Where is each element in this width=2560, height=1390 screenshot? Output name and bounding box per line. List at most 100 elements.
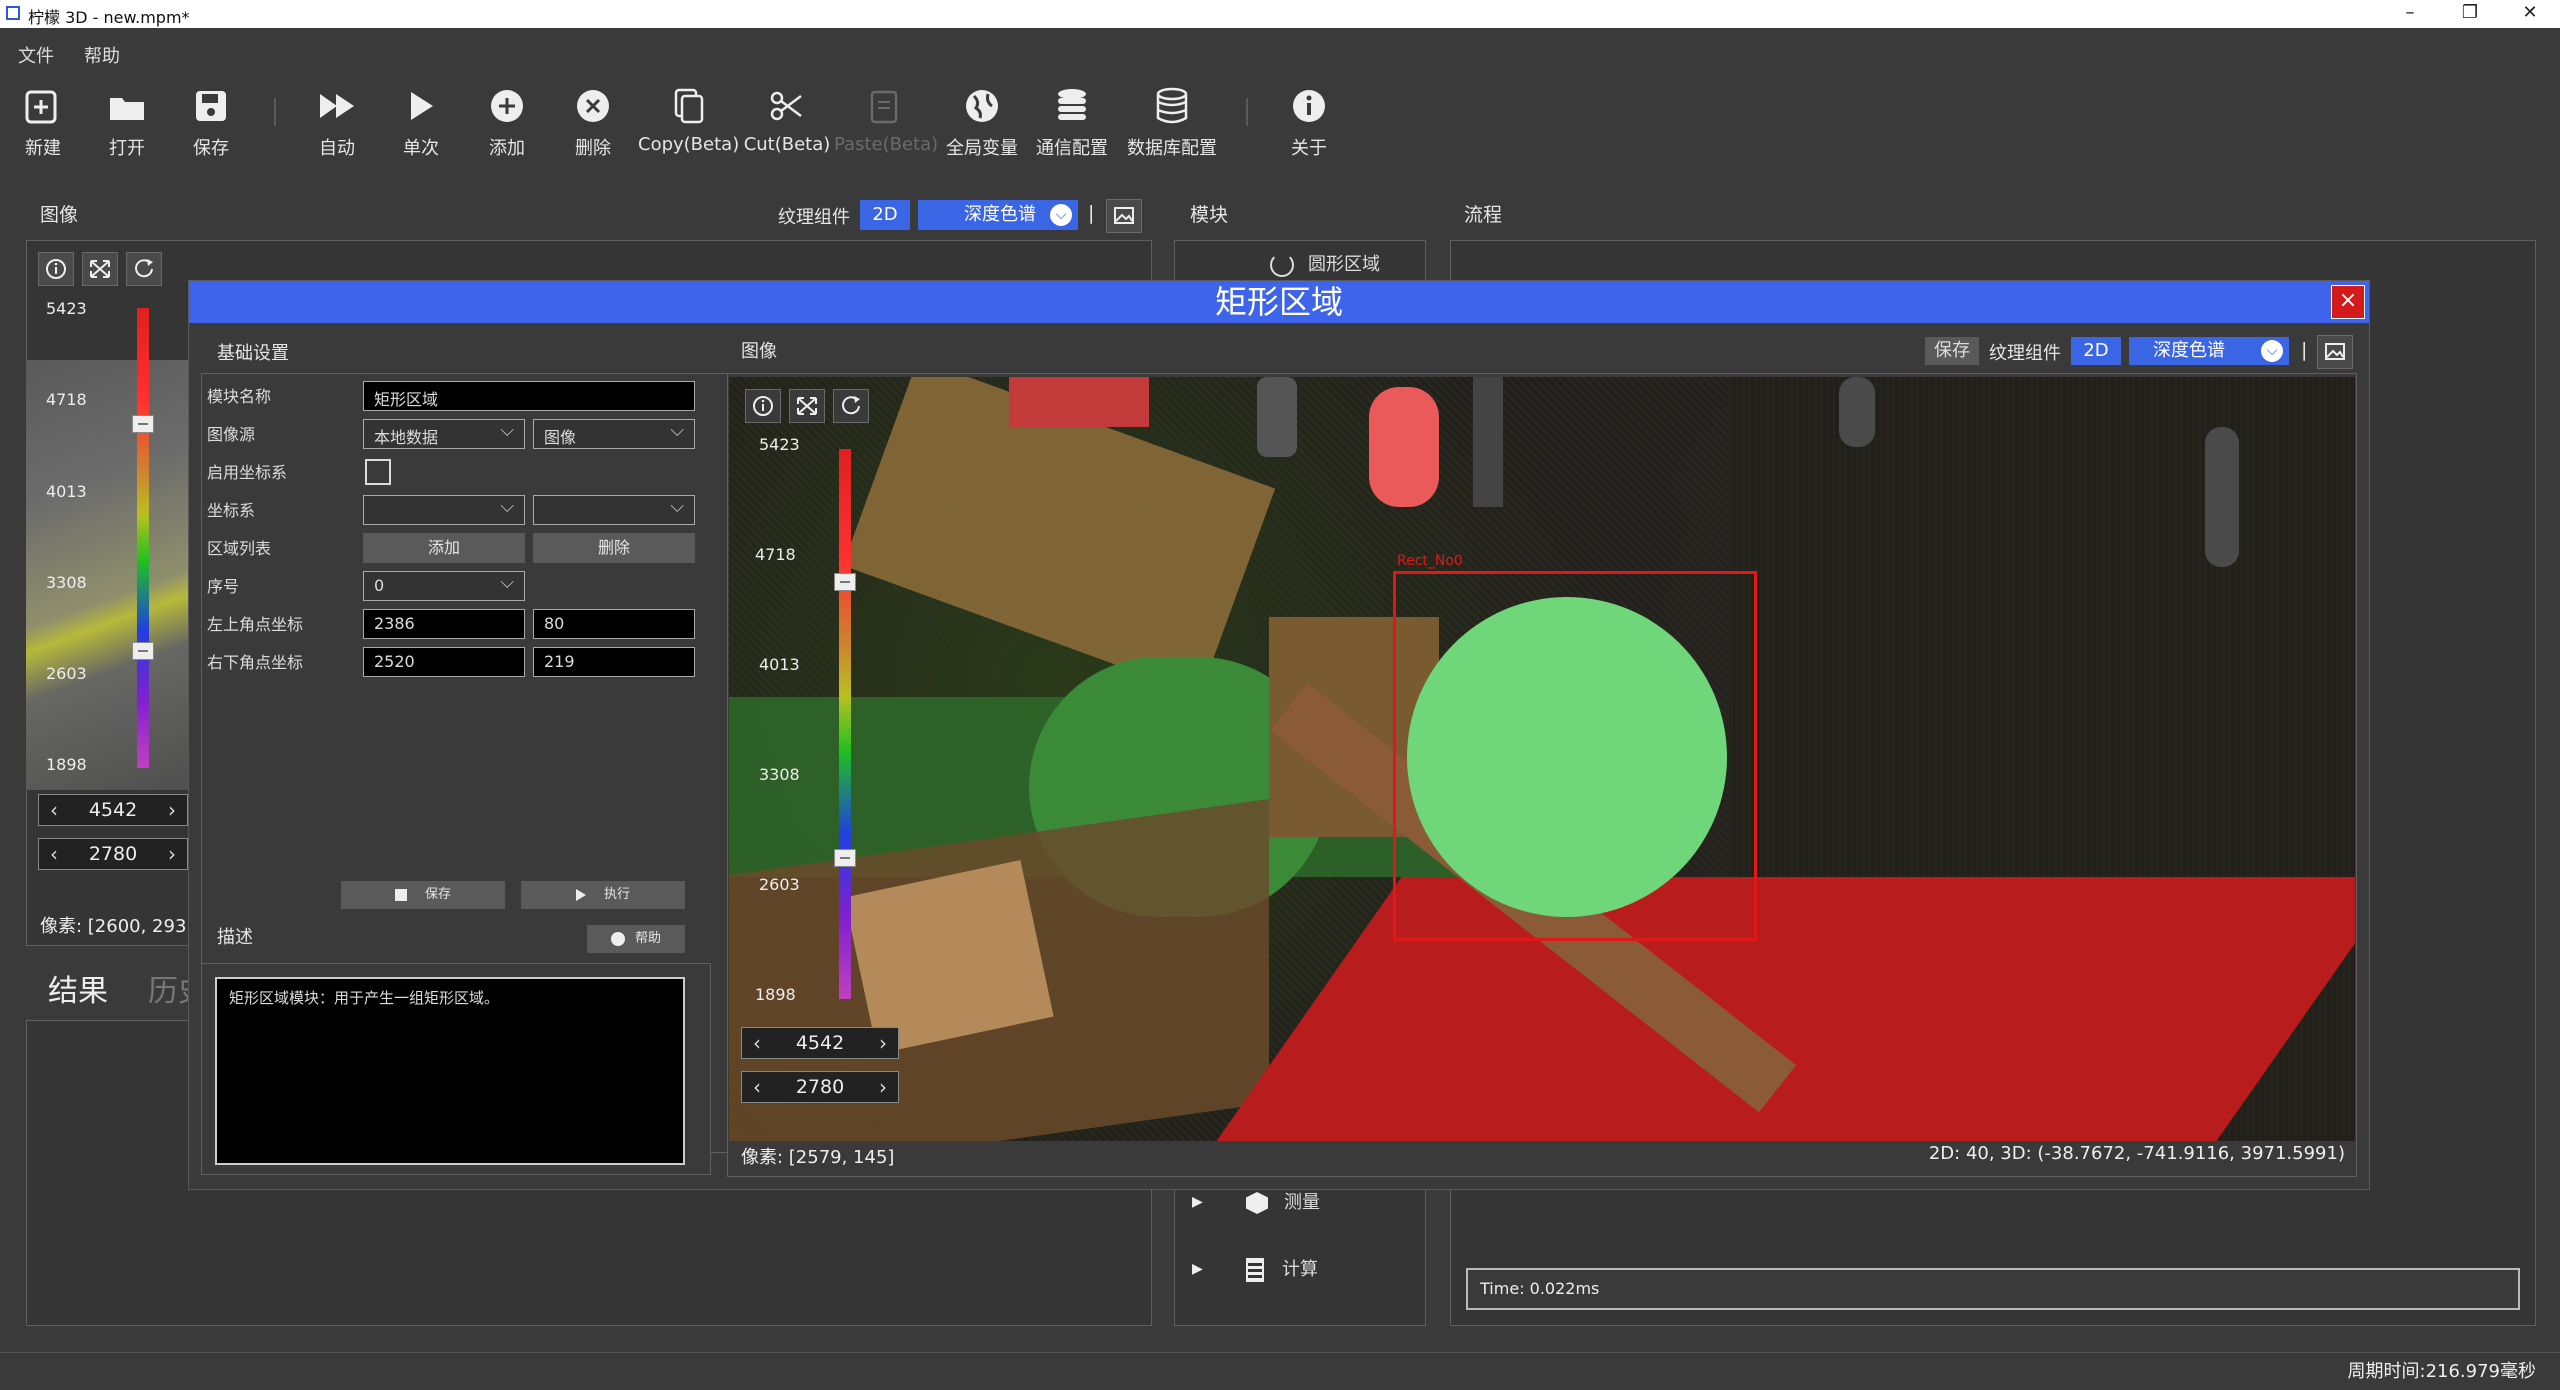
colorbar-tick: 2603 — [46, 664, 87, 683]
menu-help[interactable]: 帮助 — [84, 42, 120, 68]
mode-2d-button[interactable]: 2D — [860, 200, 910, 230]
increment-icon[interactable]: › — [161, 839, 183, 869]
bottom-right-y-input[interactable]: 219 — [533, 647, 695, 677]
increment-icon[interactable]: › — [872, 1072, 894, 1102]
app-icon — [6, 6, 20, 20]
dialog-refresh-button[interactable] — [833, 389, 869, 423]
image-view-button[interactable] — [1106, 199, 1142, 233]
increment-icon[interactable]: › — [872, 1028, 894, 1058]
delete-region-button[interactable]: 删除 — [533, 533, 695, 563]
gray-pin — [2205, 427, 2239, 567]
top-left-y-input[interactable]: 80 — [533, 609, 695, 639]
bottom-right-x-input[interactable]: 2520 — [363, 647, 525, 677]
module-group-measure[interactable]: 测量 — [1246, 1188, 1320, 1214]
delete-button[interactable]: 删除 — [568, 86, 618, 160]
single-run-button[interactable]: 单次 — [396, 86, 446, 160]
dialog-colorbar-upper-handle[interactable] — [834, 573, 856, 591]
copy-button[interactable]: Copy(Beta) — [638, 86, 739, 155]
expand-arrow-icon[interactable]: ▶ — [1192, 1261, 1203, 1277]
dialog-lower-value-spinbox[interactable]: ‹ 2780 › — [741, 1071, 899, 1103]
close-window-button[interactable]: ✕ — [2500, 0, 2560, 28]
global-variables-button[interactable]: 全局变量 — [942, 86, 1022, 160]
decrement-icon[interactable]: ‹ — [43, 839, 65, 869]
dialog-separator: | — [2301, 339, 2308, 361]
lower-value-spinbox[interactable]: ‹ 2780 › — [38, 838, 188, 870]
image-source-select[interactable]: 本地数据 — [363, 419, 525, 449]
increment-icon[interactable]: › — [161, 795, 183, 825]
coord-label: 坐标系 — [207, 501, 256, 520]
dialog-run-button[interactable]: 执行 — [521, 881, 685, 909]
add-button[interactable]: 添加 — [482, 86, 532, 160]
colorbar-tick: 3308 — [46, 573, 87, 592]
index-label: 序号 — [207, 577, 240, 596]
new-label: 新建 — [25, 138, 61, 159]
colorbar-tick: 1898 — [46, 755, 87, 774]
dialog-mode-2d-button[interactable]: 2D — [2071, 337, 2121, 365]
cut-button[interactable]: Cut(Beta) — [742, 86, 832, 155]
enable-coord-checkbox[interactable] — [365, 459, 391, 485]
dialog-coords-readout: 2D: 40, 3D: (-38.7672, -741.9116, 3971.5… — [1928, 1143, 2345, 1164]
minimize-button[interactable]: – — [2380, 0, 2440, 28]
save-button[interactable]: 保存 — [186, 86, 236, 160]
open-button[interactable]: 打开 — [102, 86, 152, 160]
region-list-label: 区域列表 — [207, 539, 272, 558]
dialog-image-view-button[interactable] — [2317, 335, 2353, 369]
image-panel-title: 图像 — [40, 204, 79, 226]
depth-image: Rect_No0 — [729, 377, 2355, 1141]
decrement-icon[interactable]: ‹ — [746, 1028, 768, 1058]
module-group-calculate[interactable]: 计算 — [1246, 1255, 1318, 1282]
module-name-input[interactable]: 矩形区域 — [363, 381, 695, 411]
dialog-close-button[interactable]: × — [2331, 285, 2365, 319]
roi-rectangle[interactable] — [1393, 571, 1757, 941]
fast-forward-icon — [320, 94, 354, 118]
colormap-select[interactable]: 深度色谱 ⌵ — [918, 200, 1078, 230]
colorbar-tick: 5423 — [46, 299, 87, 318]
help-button[interactable]: 帮助 — [587, 925, 685, 953]
image-select[interactable]: 图像 — [533, 419, 695, 449]
top-left-x-input[interactable]: 2386 — [363, 609, 525, 639]
expand-arrow-icon[interactable]: ▶ — [1192, 1194, 1203, 1210]
dialog-save-button[interactable]: 保存 — [341, 881, 505, 909]
fit-view-button[interactable] — [82, 252, 118, 286]
play-icon — [575, 888, 586, 901]
menu-file[interactable]: 文件 — [18, 42, 54, 68]
global-variables-label: 全局变量 — [946, 138, 1018, 159]
coord-select-a[interactable] — [363, 495, 525, 525]
index-select[interactable]: 0 — [363, 571, 525, 601]
about-button[interactable]: 关于 — [1284, 86, 1334, 160]
coord-select-b[interactable] — [533, 495, 695, 525]
info-button[interactable] — [38, 252, 74, 286]
dialog-upper-value-spinbox[interactable]: ‹ 4542 › — [741, 1027, 899, 1059]
module-item-circle-region[interactable]: 圆形区域 — [1270, 250, 1380, 277]
dialog-image-save-button[interactable]: 保存 — [1925, 337, 1979, 365]
colorbar-upper-handle[interactable] — [132, 415, 154, 433]
module-item-label: 圆形区域 — [1308, 254, 1380, 275]
dialog-info-button[interactable] — [745, 389, 781, 423]
info-icon — [46, 259, 66, 279]
dialog-colormap-select[interactable]: 深度色谱 ⌵ — [2129, 337, 2289, 365]
flow-panel-title: 流程 — [1464, 204, 1503, 226]
calculator-icon — [1246, 1258, 1264, 1282]
maximize-button[interactable]: ❐ — [2440, 0, 2500, 28]
auto-label: 自动 — [319, 138, 355, 159]
globe-icon — [966, 90, 998, 122]
dialog-title: 矩形区域 — [189, 281, 2369, 323]
comm-config-button[interactable]: 通信配置 — [1032, 86, 1112, 160]
dialog-fit-view-button[interactable] — [789, 389, 825, 423]
db-config-button[interactable]: 数据库配置 — [1122, 86, 1222, 160]
colorbar-lower-handle[interactable] — [132, 642, 154, 660]
new-button[interactable]: 新建 — [18, 86, 68, 160]
tab-result[interactable]: 结果 — [48, 966, 108, 1010]
colorbar — [137, 308, 149, 768]
add-region-button[interactable]: 添加 — [363, 533, 525, 563]
paste-button[interactable]: Paste(Beta) — [834, 86, 938, 155]
auto-button[interactable]: 自动 — [312, 86, 362, 160]
decrement-icon[interactable]: ‹ — [746, 1072, 768, 1102]
save-button-label: 保存 — [424, 887, 451, 902]
refresh-button[interactable] — [126, 252, 162, 286]
upper-value-spinbox[interactable]: ‹ 4542 › — [38, 794, 188, 826]
decrement-icon[interactable]: ‹ — [43, 795, 65, 825]
close-icon: × — [2338, 288, 2358, 313]
dialog-colorbar-lower-handle[interactable] — [834, 849, 856, 867]
red-floor — [1216, 877, 2355, 1141]
